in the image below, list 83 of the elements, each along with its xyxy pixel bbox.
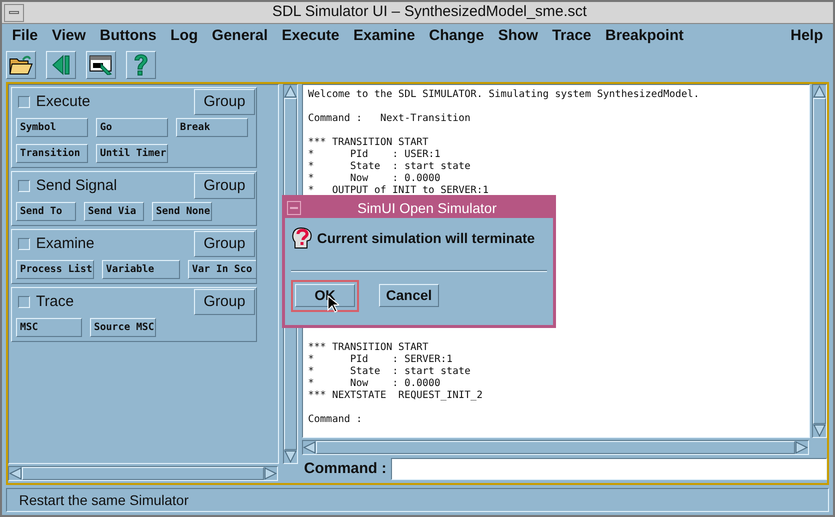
- command-button[interactable]: Until Timer: [96, 144, 168, 163]
- console-line: Welcome to the SDL SIMULATOR. Simulating system SynthesizedModel.: [308, 89, 700, 101]
- step-back-icon: [51, 54, 71, 76]
- up-arrow-icon[interactable]: [284, 85, 297, 98]
- console-line: * PId : SERVER:1: [308, 354, 454, 366]
- console-line: * State : start state: [308, 366, 472, 378]
- window-menu-button[interactable]: [4, 4, 24, 22]
- command-button[interactable]: Send Via: [84, 202, 144, 221]
- menu-item[interactable]: Buttons: [100, 24, 156, 48]
- menu-item[interactable]: Log: [170, 24, 198, 48]
- toolbar-button[interactable]: [6, 51, 36, 79]
- group-button[interactable]: Group: [194, 289, 255, 315]
- scroll-thumb[interactable]: [316, 441, 795, 454]
- console-line: * Now : 0.0000: [308, 378, 442, 390]
- group-title: Execute: [36, 92, 90, 112]
- console-line: Command :: [308, 414, 364, 426]
- dialog-button[interactable]: OK: [295, 284, 355, 307]
- console-line: *** TRANSITION START: [308, 342, 430, 354]
- menu-item[interactable]: Examine: [353, 24, 416, 48]
- right-arrow-icon[interactable]: [264, 467, 277, 480]
- group-title: Examine: [36, 234, 94, 254]
- command-button[interactable]: Transition: [16, 144, 88, 163]
- down-arrow-icon[interactable]: [284, 450, 297, 463]
- console-line: * PId : USER:1: [308, 149, 442, 161]
- console-line: *** NEXTSTATE REQUEST_INIT_2: [308, 390, 484, 402]
- command-label: Command :: [303, 458, 386, 479]
- up-arrow-icon[interactable]: [813, 85, 826, 98]
- dialog-message: Current simulation will terminate: [317, 228, 535, 248]
- toolbar-button[interactable]: [46, 51, 76, 79]
- dialog-menu-button[interactable]: [287, 201, 301, 215]
- horizontal-scrollbar[interactable]: [302, 440, 809, 455]
- group-title: Trace: [36, 292, 74, 312]
- scroll-thumb[interactable]: [813, 98, 826, 424]
- console-line: *** TRANSITION START: [308, 137, 430, 149]
- folder-icon: [9, 54, 33, 76]
- console-line: * OUTPUT of INIT to SERVER:1: [308, 185, 490, 197]
- group-title: Send Signal: [36, 176, 117, 196]
- left-arrow-icon[interactable]: [303, 441, 316, 454]
- group-button[interactable]: Group: [194, 89, 255, 115]
- command-button[interactable]: MSC: [16, 318, 82, 337]
- dialog-title: SimUI Open Simulator: [357, 198, 497, 218]
- question-head-icon: [291, 226, 313, 250]
- menu-item[interactable]: Breakpoint: [605, 24, 684, 48]
- group-button[interactable]: Group: [194, 231, 255, 257]
- command-button[interactable]: Var In Sco: [188, 260, 256, 279]
- command-button[interactable]: Send None: [152, 202, 212, 221]
- toolbar-button[interactable]: [86, 51, 116, 79]
- command-button[interactable]: Symbol: [16, 118, 88, 137]
- checkbox[interactable]: [18, 238, 30, 250]
- menu-item[interactable]: Trace: [552, 24, 592, 48]
- menu-item[interactable]: Show: [498, 24, 538, 48]
- window-title: SDL Simulator UI – SynthesizedModel_sme.sct: [272, 2, 587, 22]
- console-line: * Now : 0.0000: [308, 173, 442, 185]
- command-button[interactable]: Variable: [102, 260, 180, 279]
- window-cursor-icon: [89, 55, 113, 75]
- dialog-button[interactable]: Cancel: [379, 284, 439, 307]
- checkbox[interactable]: [18, 296, 30, 308]
- command-button[interactable]: Source MSC: [90, 318, 156, 337]
- menu-item[interactable]: Change: [429, 24, 484, 48]
- down-arrow-icon[interactable]: [813, 424, 826, 437]
- checkbox[interactable]: [18, 180, 30, 192]
- command-button[interactable]: Process List: [16, 260, 94, 279]
- command-button[interactable]: Break: [176, 118, 248, 137]
- group-button[interactable]: Group: [194, 173, 255, 199]
- menu-item[interactable]: File: [12, 24, 38, 48]
- vertical-scrollbar[interactable]: [812, 84, 827, 438]
- console-line: Command : Next-Transition: [308, 113, 472, 125]
- right-arrow-icon[interactable]: [795, 441, 808, 454]
- command-input[interactable]: [390, 458, 827, 480]
- menu-item[interactable]: Help: [790, 24, 823, 48]
- status-text: Restart the same Simulator: [19, 490, 189, 510]
- left-arrow-icon[interactable]: [9, 467, 22, 480]
- scroll-thumb[interactable]: [22, 467, 264, 480]
- command-button[interactable]: Go: [96, 118, 168, 137]
- menu-item[interactable]: Execute: [282, 24, 340, 48]
- toolbar-button[interactable]: [126, 51, 156, 79]
- horizontal-scrollbar[interactable]: [8, 466, 278, 481]
- checkbox[interactable]: [18, 96, 30, 108]
- console-line: * State : start state: [308, 161, 472, 173]
- question-icon: [132, 53, 150, 77]
- menu-item[interactable]: View: [52, 24, 86, 48]
- menu-item[interactable]: General: [212, 24, 268, 48]
- command-button[interactable]: Send To: [16, 202, 76, 221]
